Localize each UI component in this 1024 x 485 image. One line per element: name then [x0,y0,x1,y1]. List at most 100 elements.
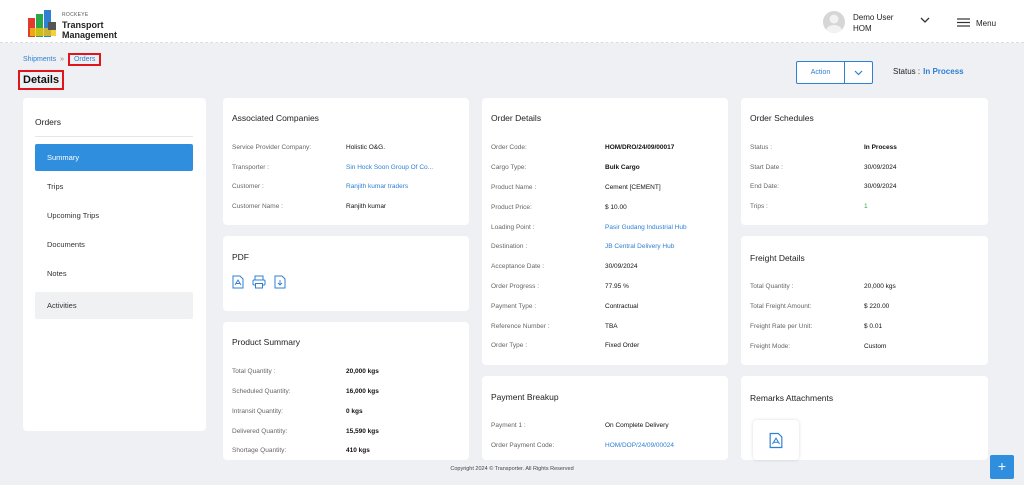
order-status: Status : In Process [893,67,964,76]
sidebar-item-trips[interactable]: Trips [35,173,193,200]
sidebar-item-documents[interactable]: Documents [35,231,193,258]
pdf-file-icon [769,432,783,448]
field-label: Destination : [491,243,528,250]
field-label: Total Quantity : [232,368,276,375]
menu-label[interactable]: Menu [976,19,996,28]
field-label: Freight Mode: [750,343,791,350]
status-label: Status : [893,67,921,76]
card-title: Order Details [491,113,542,123]
order-payment-code-link[interactable]: HOM/DOP/24/09/00024 [605,442,674,449]
schedule-status-value: In Process [864,144,897,151]
card-title: Associated Companies [232,113,319,123]
print-icon[interactable] [252,275,266,289]
product-name-value: Cement [CEMENT] [605,184,661,191]
card-title: Payment Breakup [491,392,559,402]
order-details-card: Order Details Order Code: HOM/DRO/24/09/… [482,98,728,365]
hamburger-icon[interactable] [957,18,970,27]
service-provider-value: Holistic O&G. [346,144,386,151]
payment-breakup-card: Payment Breakup Payment 1 : On Complete … [482,376,728,460]
field-label: Scheduled Quantity: [232,388,291,395]
top-bar: ROCKEYE Transport Management Demo User H… [0,0,1024,43]
destination-link[interactable]: JB Central Delivery Hub [605,243,674,250]
payment-1-value: On Complete Delivery [605,422,669,429]
breadcrumb-orders[interactable]: Orders [67,53,102,66]
field-label: Delivered Quantity: [232,428,288,435]
scheduled-quantity-value: 16,000 kgs [346,388,379,395]
field-label: Service Provider Company: [232,144,312,151]
sidebar-item-summary[interactable]: Summary [35,144,193,171]
order-code-value: HOM/DRO/24/09/00017 [605,144,675,151]
page-title: Details [18,70,65,90]
breadcrumb-shipments[interactable]: Shipments [23,56,56,63]
field-label: Order Type : [491,342,528,349]
field-label: Customer : [232,183,264,190]
card-title: Product Summary [232,337,301,347]
order-progress-value: 77.95 % [605,283,629,290]
add-button[interactable]: + [990,455,1014,479]
end-date-value: 30/09/2024 [864,183,897,190]
cargo-type-value: Bulk Cargo [605,164,640,171]
chevron-down-icon[interactable] [920,17,930,24]
reference-number-value: TBA [605,323,618,330]
card-title: PDF [232,252,249,262]
transporter-link[interactable]: Sin Hock Soon Group Of Co... [346,164,433,171]
acceptance-date-value: 30/09/2024 [605,263,638,270]
footer-copyright: Copyright 2024 © Transporter. All Rights… [450,466,574,472]
card-title: Order Schedules [750,113,814,123]
field-label: Payment Type : [491,303,537,310]
pdf-card: PDF [223,236,469,311]
field-label: End Date: [750,183,779,190]
field-label: Trips : [750,203,768,210]
orders-sidebar: Orders Summary Trips Upcoming Trips Docu… [23,98,206,431]
action-button[interactable]: Action [796,61,873,84]
card-title: Remarks Attachments [750,393,834,403]
freight-mode-value: Custom [864,343,887,350]
chevron-down-icon [854,70,863,75]
brand-line2: Management [62,30,118,40]
sidebar-item-notes[interactable]: Notes [35,260,193,287]
product-summary-card: Product Summary Total Quantity : 20,000 … [223,322,469,460]
payment-type-value: Contractual [605,303,639,310]
field-label: Intransit Quantity: [232,408,283,415]
user-info[interactable]: Demo User HOM [853,12,893,34]
field-label: Total Freight Amount: [750,303,812,310]
associated-companies-card: Associated Companies Service Provider Co… [223,98,469,225]
customer-name-value: Ranjith kumar [346,203,387,210]
delivered-quantity-value: 15,590 kgs [346,428,379,435]
action-button-label[interactable]: Action [797,62,845,83]
pdf-file-icon[interactable] [232,275,244,289]
field-label: Product Price: [491,204,532,211]
breadcrumb: Shipments » Orders [23,53,102,66]
sidebar-item-upcoming-trips[interactable]: Upcoming Trips [35,202,193,229]
action-dropdown-toggle[interactable] [845,62,872,83]
shortage-quantity-value: 410 kgs [346,447,370,454]
loading-point-link[interactable]: Pasir Gudang Industrial Hub [605,224,687,231]
field-label: Total Quantity : [750,283,794,290]
trips-count-link[interactable]: 1 [864,203,868,210]
avatar[interactable] [823,11,845,33]
sidebar-item-activities[interactable]: Activities [35,292,193,319]
field-label: Transporter : [232,164,269,171]
brand-line1: Transport [62,20,104,30]
card-title: Freight Details [750,253,805,263]
intransit-quantity-value: 0 kgs [346,408,363,415]
remarks-attachments-card: Remarks Attachments [741,376,988,460]
field-label: Reference Number : [491,323,550,330]
order-type-value: Fixed Order [605,342,640,349]
product-price-value: $ 10.00 [605,204,627,211]
user-silhouette-icon [826,14,842,33]
logo-icon [28,10,56,37]
sidebar-heading: Orders [35,117,61,127]
field-label: Loading Point : [491,224,535,231]
customer-link[interactable]: Ranjith kumar traders [346,183,408,190]
brand-small: ROCKEYE [62,12,89,18]
field-label: Product Name : [491,184,537,191]
breadcrumb-separator: » [60,56,64,63]
field-label: Order Payment Code: [491,442,555,449]
field-label: Order Progress : [491,283,540,290]
divider [35,136,193,137]
status-value: In Process [923,67,964,76]
download-document-icon[interactable] [274,275,286,289]
field-label: Shortage Quantity: [232,447,287,454]
attachment-thumbnail[interactable] [753,420,799,460]
